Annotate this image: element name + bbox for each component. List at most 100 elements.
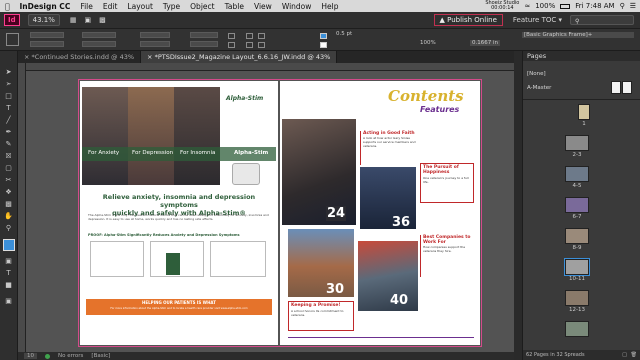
scissors-tool-icon[interactable]: ✂ bbox=[3, 175, 14, 185]
close-icon[interactable]: × bbox=[24, 53, 29, 61]
page-label-2-3: 2-3 bbox=[572, 152, 582, 158]
menu-edit[interactable]: Edit bbox=[98, 2, 123, 11]
stroke-weight-field[interactable]: 0.5 pt bbox=[336, 31, 352, 37]
page-tool-icon[interactable]: □ bbox=[3, 91, 14, 101]
apply-color-icon[interactable]: ■ bbox=[3, 280, 14, 290]
select-previous-icon[interactable] bbox=[258, 33, 265, 39]
spread-thumb-12-13[interactable] bbox=[565, 290, 589, 306]
preflight-profile[interactable]: [Basic] bbox=[91, 353, 110, 359]
zoom-level-field[interactable]: 43.1% bbox=[27, 14, 60, 26]
select-content-icon[interactable] bbox=[246, 42, 253, 48]
publish-label: Publish Online bbox=[447, 16, 497, 24]
direct-selection-tool-icon[interactable]: ➣ bbox=[3, 79, 14, 89]
spread-thumb-2-3[interactable] bbox=[565, 135, 589, 151]
menu-bar:  InDesign CC File Edit Layout Type Obje… bbox=[0, 0, 640, 12]
gradient-tool-icon[interactable]: ▩ bbox=[3, 199, 14, 209]
delete-page-icon[interactable]: 🗑 bbox=[631, 350, 637, 360]
master-thumb-left[interactable] bbox=[611, 81, 621, 94]
menu-type[interactable]: Type bbox=[158, 2, 185, 11]
width-field[interactable] bbox=[82, 32, 116, 38]
select-next-icon[interactable] bbox=[258, 42, 265, 48]
scale-y-field[interactable] bbox=[140, 41, 170, 47]
wifi-icon[interactable]: ≈ bbox=[524, 2, 530, 10]
fill-stroke-swatch[interactable] bbox=[3, 239, 15, 251]
rectangle-tool-icon[interactable]: ▢ bbox=[3, 163, 14, 173]
tab-label: *Continued Stories.indd @ 43% bbox=[31, 53, 135, 61]
battery-percent[interactable]: 100% bbox=[535, 2, 555, 10]
menu-object[interactable]: Object bbox=[185, 2, 219, 11]
page-label-10-11: 10-11 bbox=[569, 276, 585, 282]
page-thumb-1[interactable] bbox=[578, 104, 590, 120]
notifications-icon[interactable]: ☰ bbox=[630, 2, 636, 10]
hand-tool-icon[interactable]: ✋ bbox=[3, 211, 14, 221]
menu-window[interactable]: Window bbox=[277, 2, 317, 11]
document-canvas[interactable]: Alpha-Stim For Anxiety For Depression Fo… bbox=[26, 71, 514, 352]
opacity-field[interactable]: 100% bbox=[420, 40, 436, 46]
arrange-documents-icon[interactable]: ▩ bbox=[99, 16, 106, 24]
publish-online-button[interactable]: ▲ Publish Online bbox=[433, 14, 503, 26]
menu-layout[interactable]: Layout bbox=[122, 2, 158, 11]
clock[interactable]: Fri 7:48 AM bbox=[575, 2, 614, 10]
indesign-logo: Id bbox=[4, 14, 20, 26]
spread-thumb-14-15[interactable] bbox=[565, 321, 589, 337]
formatting-text-icon[interactable]: T bbox=[3, 268, 14, 278]
free-transform-tool-icon[interactable]: ❖ bbox=[3, 187, 14, 197]
menu-app-name[interactable]: InDesign CC bbox=[15, 2, 76, 11]
scale-x-field[interactable] bbox=[140, 32, 170, 38]
fill-swatch-icon[interactable] bbox=[320, 33, 327, 39]
menu-table[interactable]: Table bbox=[220, 2, 249, 11]
menu-file[interactable]: File bbox=[75, 2, 98, 11]
search-icon: ⚲ bbox=[575, 18, 580, 25]
pen-tool-icon[interactable]: ✒ bbox=[3, 127, 14, 137]
document-tabs: × *Continued Stories.indd @ 43% × *PTSDI… bbox=[18, 51, 514, 63]
menu-view[interactable]: View bbox=[249, 2, 277, 11]
formatting-container-icon[interactable]: ▣ bbox=[3, 256, 14, 266]
master-none-label: [None] bbox=[527, 71, 546, 77]
screen-mode-tool-icon[interactable]: ▣ bbox=[3, 296, 14, 306]
spread-thumb-10-11[interactable] bbox=[564, 258, 590, 276]
screen-mode-icon[interactable]: ▣ bbox=[85, 16, 92, 24]
master-thumb-right[interactable] bbox=[622, 81, 632, 94]
line-tool-icon[interactable]: ╱ bbox=[3, 115, 14, 125]
object-style-select[interactable]: [Basic Graphics Frame]+ bbox=[522, 32, 634, 38]
rotation-field[interactable] bbox=[190, 32, 218, 38]
x-field[interactable] bbox=[30, 32, 64, 38]
vertical-ruler[interactable] bbox=[18, 63, 26, 352]
workspace-switcher[interactable]: Feature TOC ▾ bbox=[513, 16, 562, 24]
spread-thumb-8-9[interactable] bbox=[565, 228, 589, 244]
pages-divider[interactable] bbox=[523, 99, 640, 100]
pages-panel-title[interactable]: Pages bbox=[523, 51, 640, 61]
tab-continued-stories[interactable]: × *Continued Stories.indd @ 43% bbox=[18, 51, 142, 63]
height-field[interactable] bbox=[82, 41, 116, 47]
search-stock-field[interactable]: ⚲ bbox=[570, 15, 634, 25]
new-page-icon[interactable]: □ bbox=[622, 350, 627, 360]
battery-icon[interactable] bbox=[560, 3, 571, 9]
flip-vertical-icon[interactable] bbox=[228, 42, 235, 48]
close-icon[interactable]: × bbox=[147, 53, 152, 61]
menu-help[interactable]: Help bbox=[316, 2, 343, 11]
flip-horizontal-icon[interactable] bbox=[228, 33, 235, 39]
apple-icon[interactable]:  bbox=[0, 2, 15, 11]
status-time: 00:00:14 bbox=[491, 5, 514, 11]
spotlight-icon[interactable]: ⚲ bbox=[620, 2, 625, 10]
selection-tool-icon[interactable]: ➤ bbox=[3, 67, 14, 77]
spread-thumb-4-5[interactable] bbox=[565, 166, 589, 182]
select-container-icon[interactable] bbox=[246, 33, 253, 39]
y-field[interactable] bbox=[30, 41, 64, 47]
tab-magazine-layout[interactable]: × *PTSDIssue2_Magazine Layout_6.6.16_JW.… bbox=[141, 51, 338, 63]
view-options-icon[interactable]: ▦ bbox=[70, 16, 77, 24]
reference-point-icon[interactable] bbox=[6, 33, 19, 46]
preflight-status[interactable]: No errors bbox=[58, 353, 83, 359]
type-tool-icon[interactable]: T bbox=[3, 103, 14, 113]
shear-field[interactable] bbox=[190, 41, 218, 47]
horizontal-ruler[interactable] bbox=[26, 63, 514, 71]
spread-thumb-6-7[interactable] bbox=[565, 197, 589, 213]
page-label-1: 1 bbox=[582, 121, 586, 127]
stroke-measure-field[interactable]: 0.1667 in bbox=[470, 40, 501, 46]
control-panel: 0.5 pt 100% 0.1667 in [Basic Graphics Fr… bbox=[0, 29, 640, 51]
pencil-tool-icon[interactable]: ✎ bbox=[3, 139, 14, 149]
page-number-field[interactable]: 10 bbox=[24, 353, 37, 359]
zoom-tool-icon[interactable]: ⚲ bbox=[3, 223, 14, 233]
rectangle-frame-tool-icon[interactable]: ☒ bbox=[3, 151, 14, 161]
stroke-swatch-icon[interactable] bbox=[320, 42, 327, 48]
